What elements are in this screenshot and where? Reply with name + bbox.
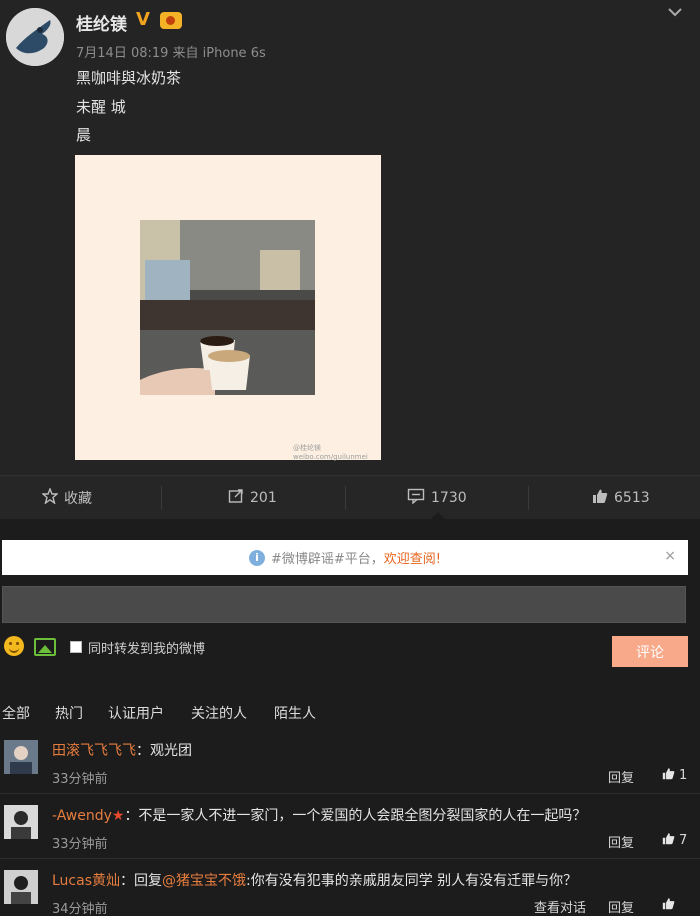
author-avatar[interactable] — [6, 8, 64, 66]
like-button[interactable]: 6513 — [592, 476, 650, 520]
comment-count: 1730 — [431, 490, 467, 506]
comment-body: -Awendy★：不是一家人不进一家门，一个爱国的人会跟全图分裂国家的人在一起吗… — [52, 805, 586, 825]
repost-icon — [228, 488, 244, 508]
post-text-line-3: 晨 — [76, 126, 92, 144]
comment-like-button[interactable]: 1 — [662, 767, 687, 784]
photo-watermark: @桂纶镁 weibo.com/guilunmei — [293, 444, 368, 461]
tab-hot[interactable]: 热门 — [55, 703, 83, 723]
divider — [0, 858, 700, 859]
comment-text: ：观光团 — [136, 743, 192, 759]
commenter-avatar[interactable] — [4, 805, 38, 839]
comment-caret — [430, 512, 446, 520]
tab-strangers[interactable]: 陌生人 — [274, 703, 316, 723]
close-icon[interactable]: × — [664, 548, 676, 564]
chevron-down-icon[interactable] — [668, 2, 682, 21]
comment-like-count: 7 — [679, 833, 688, 848]
commenter-name[interactable]: -Awendy — [52, 808, 112, 824]
divider — [528, 486, 529, 510]
view-conversation-link[interactable]: 查看对话 — [534, 897, 586, 916]
comment-body: 田滚飞飞飞飞：观光团 — [52, 740, 192, 760]
post-action-bar: 收藏 201 1730 6513 — [0, 475, 700, 520]
star-badge-icon: ★ — [111, 808, 125, 824]
repost-checkbox[interactable] — [70, 641, 82, 653]
comment-item: -Awendy★：不是一家人不进一家门，一个爱国的人会跟全图分裂国家的人在一起吗… — [0, 805, 700, 865]
repost-button[interactable]: 201 — [228, 476, 277, 520]
comment-like-button[interactable]: 7 — [662, 832, 687, 849]
notice-text: #微博辟谣#平台， — [270, 552, 384, 567]
repost-count: 201 — [250, 490, 277, 506]
info-icon: i — [248, 549, 265, 566]
comment-icon — [407, 488, 425, 508]
comment-text: ：不是一家人不进一家门，一个爱国的人会跟全图分裂国家的人在一起吗？ — [124, 808, 587, 824]
like-count: 6513 — [614, 490, 650, 506]
comment-time: 33分钟前 — [52, 837, 108, 852]
divider — [345, 486, 346, 510]
reply-button[interactable]: 回复 — [608, 897, 634, 916]
comment-body: Lucas黄灿：回复@猪宝宝不饿:你有没有犯事的亲戚朋友同学 别人有没有迁罪与你… — [52, 870, 577, 890]
image-upload-icon[interactable] — [34, 638, 56, 656]
favorite-button[interactable]: 收藏 — [41, 476, 92, 520]
comment-time: 33分钟前 — [52, 772, 108, 787]
comment-text: :你有没有犯事的亲戚朋友同学 别人有没有迁罪与你？ — [246, 873, 578, 889]
commenter-name[interactable]: 田滚飞飞飞飞 — [52, 743, 136, 759]
thumbs-up-icon — [662, 897, 675, 914]
comment-item: 田滚飞飞飞飞：观光团 33分钟前 回复 1 — [0, 740, 700, 800]
commenter-avatar[interactable] — [4, 870, 38, 904]
comment-input[interactable] — [2, 586, 686, 623]
repost-checkbox-label[interactable]: 同时转发到我的微博 — [88, 638, 205, 657]
divider — [161, 486, 162, 510]
divider — [0, 793, 700, 794]
thumbs-up-icon — [662, 767, 675, 784]
post-photo[interactable]: @桂纶镁 weibo.com/guilunmei — [75, 155, 381, 461]
comment-like-button[interactable] — [662, 897, 679, 914]
post-text-line-1: 黑咖啡與冰奶茶 — [76, 69, 182, 87]
commenter-name[interactable]: Lucas黄灿 — [52, 873, 120, 889]
favorite-label: 收藏 — [64, 491, 92, 507]
tab-all[interactable]: 全部 — [2, 703, 30, 723]
tab-following[interactable]: 关注的人 — [191, 703, 247, 723]
comment-like-count: 1 — [679, 768, 688, 783]
tab-verified[interactable]: 认证用户 — [108, 703, 164, 723]
verified-badge-icon: V — [136, 9, 150, 30]
comment-item: Lucas黄灿：回复@猪宝宝不饿:你有没有犯事的亲戚朋友同学 别人有没有迁罪与你… — [0, 870, 700, 916]
member-badge-icon — [160, 12, 182, 29]
post-text-line-2: 未醒 城 — [76, 98, 126, 116]
reply-button[interactable]: 回复 — [608, 767, 634, 786]
reply-prefix: ：回复 — [120, 873, 162, 889]
commenter-avatar[interactable] — [4, 740, 38, 774]
post-meta: 7月14日 08:19 来自 iPhone 6s — [76, 46, 266, 61]
thumbs-up-icon — [662, 832, 675, 849]
avatar-image — [6, 8, 64, 66]
reply-button[interactable]: 回复 — [608, 832, 634, 851]
notice-link[interactable]: 欢迎查阅! — [384, 548, 441, 567]
mention-link[interactable]: @猪宝宝不饿 — [162, 873, 246, 889]
thumbs-up-icon — [592, 488, 608, 508]
rumor-notice-bar: i #微博辟谣#平台， 欢迎查阅! × — [2, 540, 688, 575]
coffee-photo — [140, 220, 315, 395]
submit-comment-button[interactable]: 评论 — [612, 636, 688, 667]
star-outline-icon — [41, 487, 59, 508]
weibo-post: 桂纶镁 V 7月14日 08:19 来自 iPhone 6s 黑咖啡與冰奶茶 未… — [0, 0, 700, 475]
author-name[interactable]: 桂纶镁 — [76, 10, 127, 35]
comment-time: 34分钟前 — [52, 902, 108, 916]
emoji-icon[interactable] — [4, 636, 24, 656]
